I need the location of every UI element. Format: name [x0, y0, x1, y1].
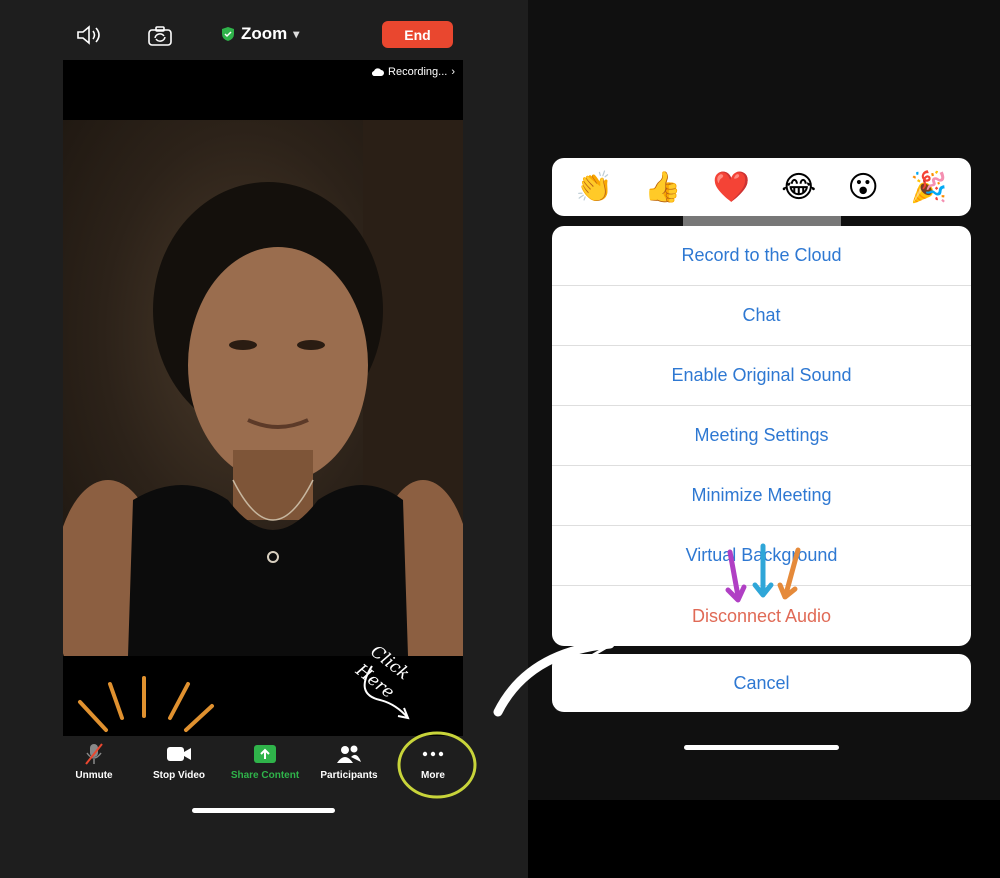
- menu-item-meeting-settings[interactable]: Meeting Settings: [552, 406, 971, 466]
- mic-muted-icon: [80, 742, 108, 766]
- participants-label: Participants: [320, 770, 378, 781]
- share-content-button[interactable]: Share Content: [225, 742, 305, 794]
- thumbs-up-reaction-icon[interactable]: 👍: [644, 170, 681, 205]
- menu-item-record-cloud[interactable]: Record to the Cloud: [552, 226, 971, 286]
- participant-video: [63, 120, 463, 656]
- end-meeting-button[interactable]: End: [382, 21, 453, 48]
- unmute-label: Unmute: [75, 770, 113, 781]
- meeting-title-dropdown[interactable]: Zoom ▾: [221, 24, 299, 44]
- menu-item-virtual-background[interactable]: Virtual Background: [552, 526, 971, 586]
- shield-icon: [222, 27, 234, 41]
- participants-button[interactable]: Participants: [309, 742, 389, 794]
- heart-reaction-icon[interactable]: ❤️: [713, 170, 750, 205]
- party-reaction-icon[interactable]: 🎉: [910, 170, 947, 205]
- stop-video-button[interactable]: Stop Video: [139, 742, 219, 794]
- reactions-bar: 👏 👍 ❤️ 😂 😮 🎉: [552, 158, 971, 216]
- decorative-sparks-icon: [78, 676, 214, 732]
- clap-reaction-icon[interactable]: 👏: [576, 170, 613, 205]
- speaker-icon[interactable]: [75, 24, 101, 46]
- participant-image: [63, 120, 463, 656]
- recording-indicator[interactable]: Recording... ›: [372, 66, 455, 78]
- home-indicator: [192, 808, 335, 813]
- menu-item-original-sound[interactable]: Enable Original Sound: [552, 346, 971, 406]
- highlight-circle-icon: [397, 731, 477, 799]
- cloud-icon: [372, 67, 384, 76]
- menu-item-minimize-meeting[interactable]: Minimize Meeting: [552, 466, 971, 526]
- share-screen-icon: [251, 742, 279, 766]
- video-area: Recording... ›: [63, 60, 463, 736]
- meeting-title: Zoom: [241, 24, 288, 43]
- cancel-button[interactable]: Cancel: [552, 654, 971, 712]
- meeting-screen: Zoom ▾ End Recording... › Click Here Unm…: [0, 0, 528, 878]
- background-panel: [528, 800, 1000, 878]
- menu-item-disconnect-audio[interactable]: Disconnect Audio: [552, 586, 971, 646]
- surprised-reaction-icon[interactable]: 😮: [848, 170, 879, 205]
- video-camera-icon: [165, 742, 193, 766]
- meeting-topbar: Zoom ▾ End: [63, 18, 463, 54]
- stop-video-label: Stop Video: [152, 770, 206, 781]
- camera-flip-icon[interactable]: [147, 24, 173, 48]
- divider: [683, 216, 841, 226]
- more-menu: Record to the Cloud Chat Enable Original…: [552, 226, 971, 646]
- menu-item-chat[interactable]: Chat: [552, 286, 971, 346]
- home-indicator-right: [684, 745, 839, 750]
- participants-icon: [335, 742, 363, 766]
- recording-label: Recording...: [388, 66, 448, 78]
- chevron-right-icon: ›: [451, 66, 455, 78]
- laughing-reaction-icon[interactable]: 😂: [781, 170, 816, 205]
- unmute-button[interactable]: Unmute: [54, 742, 134, 794]
- chevron-down-icon: ▾: [293, 27, 300, 41]
- share-content-label: Share Content: [230, 770, 300, 781]
